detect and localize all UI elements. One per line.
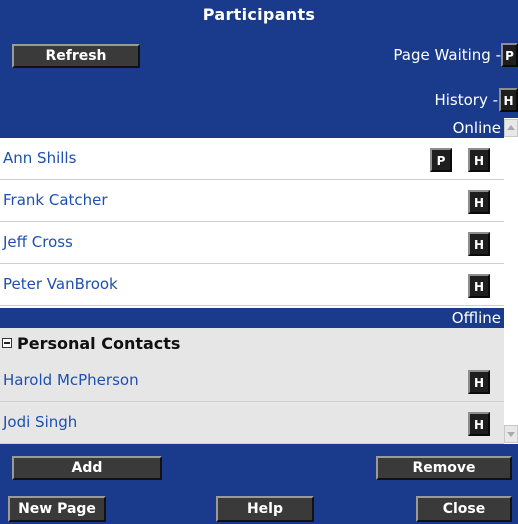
group-label: Personal Contacts bbox=[17, 334, 181, 353]
participant-row: Jeff Cross H bbox=[0, 222, 504, 264]
participant-name[interactable]: Jodi Singh bbox=[3, 413, 77, 431]
add-button[interactable]: Add bbox=[12, 456, 162, 480]
list-actions-bar: Add Remove bbox=[0, 444, 518, 484]
participants-toolbar: Refresh Page Waiting - P History - H bbox=[0, 32, 518, 118]
participant-name[interactable]: Ann Shills bbox=[3, 149, 76, 167]
window-title: Participants bbox=[202, 5, 316, 24]
participant-list: Online Ann Shills P H Frank Catcher H Je… bbox=[0, 118, 504, 444]
history-button[interactable]: H bbox=[468, 148, 490, 172]
scroll-down-icon[interactable] bbox=[504, 425, 518, 443]
participants-panel: Participants Refresh Page Waiting - P Hi… bbox=[0, 0, 518, 524]
page-waiting-label: Page Waiting - bbox=[393, 46, 501, 64]
history-button[interactable]: H bbox=[468, 190, 490, 214]
participant-name[interactable]: Frank Catcher bbox=[3, 191, 108, 209]
participant-row: Peter VanBrook H bbox=[0, 264, 504, 306]
participant-row: Frank Catcher H bbox=[0, 180, 504, 222]
participant-name[interactable]: Jeff Cross bbox=[3, 233, 73, 251]
window-actions-bar: New Page Help Close bbox=[0, 484, 518, 524]
title-bar: Participants bbox=[0, 0, 518, 32]
close-button[interactable]: Close bbox=[416, 496, 512, 522]
history-button[interactable]: H bbox=[468, 274, 490, 298]
page-waiting-button[interactable]: P bbox=[501, 43, 518, 67]
refresh-button[interactable]: Refresh bbox=[12, 44, 140, 68]
participant-row: Ann Shills P H bbox=[0, 138, 504, 180]
personal-contacts-group-header: Personal Contacts bbox=[0, 328, 504, 360]
participant-name[interactable]: Harold McPherson bbox=[3, 371, 139, 389]
participant-row: Harold McPherson H bbox=[0, 360, 504, 402]
remove-button[interactable]: Remove bbox=[376, 456, 512, 480]
offline-section-header: Offline bbox=[0, 308, 504, 328]
history-button[interactable]: H bbox=[468, 232, 490, 256]
help-button[interactable]: Help bbox=[216, 496, 314, 522]
online-section-header: Online bbox=[0, 118, 504, 138]
history-button[interactable]: H bbox=[499, 88, 518, 112]
participant-name[interactable]: Peter VanBrook bbox=[3, 275, 118, 293]
history-button[interactable]: H bbox=[468, 370, 490, 394]
participant-row: Jodi Singh H bbox=[0, 402, 504, 444]
page-button[interactable]: P bbox=[430, 148, 452, 172]
scroll-up-icon[interactable] bbox=[504, 119, 518, 137]
list-scrollbar[interactable] bbox=[504, 118, 518, 444]
history-label: History - bbox=[434, 91, 498, 109]
history-button[interactable]: H bbox=[468, 412, 490, 436]
collapse-toggle-icon[interactable] bbox=[2, 338, 12, 348]
new-page-button[interactable]: New Page bbox=[8, 496, 106, 522]
